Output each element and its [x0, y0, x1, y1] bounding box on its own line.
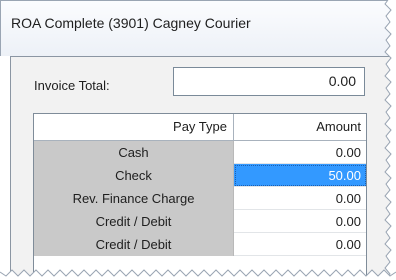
amount-cell[interactable]: 0.00: [234, 210, 366, 233]
roa-complete-window: ROA Complete (3901) Cagney Courier Invoi…: [0, 0, 396, 280]
column-header-pay-type[interactable]: Pay Type: [34, 114, 234, 140]
pay-type-cell: Cash: [34, 141, 234, 164]
column-header-amount[interactable]: Amount: [234, 114, 366, 140]
grid-header: Pay Type Amount: [34, 114, 366, 141]
pay-type-cell: Credit / Debit: [34, 233, 234, 256]
table-row[interactable]: Cash 0.00: [34, 141, 366, 164]
table-row[interactable]: Credit / Debit 0.00: [34, 210, 366, 233]
invoice-total-field: 0.00: [173, 67, 365, 96]
amount-cell[interactable]: 0.00: [234, 187, 366, 210]
table-row[interactable]: Check 50.00: [34, 164, 366, 187]
amount-cell[interactable]: 0.00: [234, 141, 366, 164]
pay-type-cell: Credit / Debit: [34, 210, 234, 233]
table-row[interactable]: Credit / Debit 0.00: [34, 233, 366, 256]
pay-type-cell: Rev. Finance Charge: [34, 187, 234, 210]
title-bar[interactable]: ROA Complete (3901) Cagney Courier: [0, 0, 396, 56]
pay-type-cell: Check: [34, 164, 234, 187]
window-title: ROA Complete (3901) Cagney Courier: [11, 15, 251, 31]
amount-cell[interactable]: 0.00: [234, 233, 366, 256]
payment-grid: Pay Type Amount Cash 0.00 Check 50.00 Re…: [33, 113, 367, 280]
table-row[interactable]: Rev. Finance Charge 0.00: [34, 187, 366, 210]
amount-cell-selected[interactable]: 50.00: [234, 164, 366, 187]
invoice-total-label: Invoice Total:: [34, 78, 110, 93]
